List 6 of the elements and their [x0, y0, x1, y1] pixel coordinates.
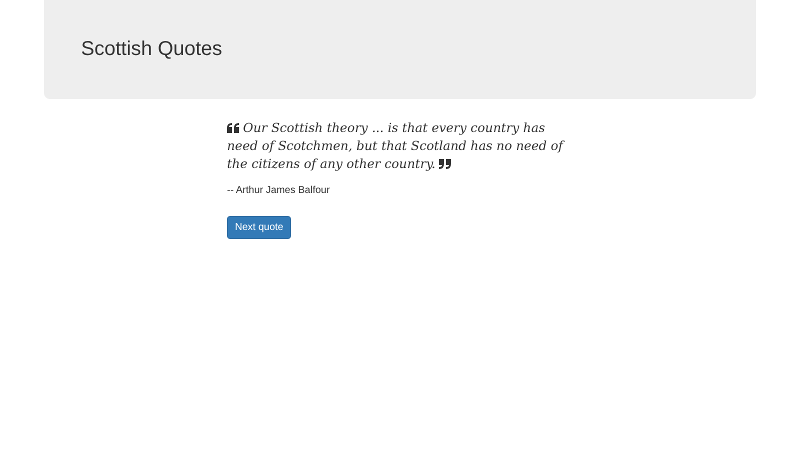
- next-quote-button[interactable]: Next quote: [227, 216, 292, 239]
- page-title: Scottish Quotes: [81, 38, 222, 61]
- open-quote-icon: [227, 123, 239, 133]
- close-quote-icon: [439, 159, 452, 169]
- quote-author: -- Arthur James Balfour: [227, 185, 331, 196]
- quote-text: Our Scottish theory ... is that every country has need of Scotchmen, but that Scotland has no need of the citizens of any other country.: [227, 119, 566, 173]
